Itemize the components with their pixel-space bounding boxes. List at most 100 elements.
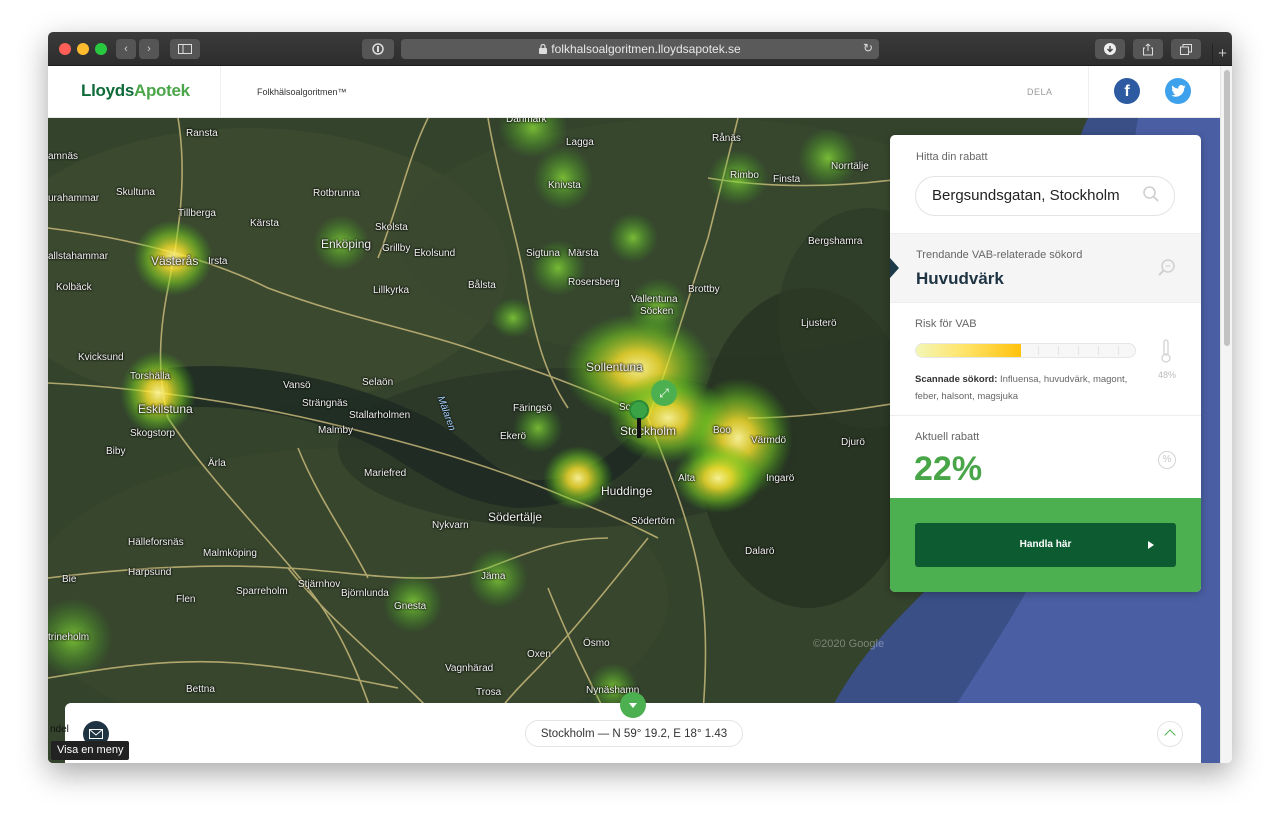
map-place-label: Ekolsund <box>414 248 456 259</box>
bar-tick <box>1078 346 1079 355</box>
new-tab-button[interactable]: + <box>1212 44 1232 66</box>
location-pin-icon[interactable] <box>629 400 649 420</box>
shop-button-label: Handla här <box>1019 539 1072 550</box>
facebook-icon: f <box>1124 83 1130 100</box>
app-name: Folkhälsoalgoritmen™ <box>257 87 347 97</box>
play-arrow-icon <box>1148 541 1154 549</box>
bar-tick <box>1038 346 1039 355</box>
map-place-label: Rimbo <box>730 170 759 181</box>
map-place-label: Vagnhärad <box>445 663 494 674</box>
map-place-label: Vallentuna <box>631 294 678 305</box>
cta-section: Handla här <box>890 498 1201 592</box>
scrollbar-thumb[interactable] <box>1224 70 1230 346</box>
close-window-button[interactable] <box>59 43 71 55</box>
lock-icon <box>539 44 548 54</box>
sidebar-toggle-button[interactable] <box>170 39 200 59</box>
site-header: LloydsApotek Folkhälsoalgoritmen™ DELA f <box>48 66 1220 118</box>
risk-percent: 48% <box>1158 370 1177 380</box>
tabs-icon <box>1180 43 1192 55</box>
map-place-label: Bålsta <box>468 280 496 291</box>
map-place-label: Rotbrunna <box>313 188 360 199</box>
vab-risk-section: Risk för VAB 48% Scannade sökord: Influe… <box>890 303 1201 416</box>
back-button[interactable]: ‹ <box>116 39 136 59</box>
map-place-label: Rosersberg <box>568 277 620 288</box>
map-place-label: Irsta <box>208 256 228 267</box>
share-label[interactable]: DELA <box>1027 87 1053 97</box>
map-place-label: Stallarholmen <box>349 410 411 421</box>
map-place-label: urahammar <box>48 193 100 204</box>
map-place-label: Lillkyrka <box>373 285 410 296</box>
map-place-label: Stjärnhov <box>298 579 341 590</box>
address-bar[interactable]: folkhalsoalgoritmen.lloydsapotek.se ↻ <box>401 39 879 59</box>
facebook-share-button[interactable]: f <box>1114 78 1140 104</box>
map-place-label: Ekerö <box>500 431 527 442</box>
minimize-window-button[interactable] <box>77 43 89 55</box>
browser-window: ‹ › folkhalsoalgoritmen.lloydsapotek.se … <box>48 32 1232 763</box>
address-search-input[interactable] <box>932 187 1132 204</box>
header-divider <box>1088 66 1089 118</box>
map-place-label: Norrtälje <box>831 161 869 172</box>
reload-icon[interactable]: ↻ <box>863 41 873 55</box>
map-place-label: Bie <box>62 574 77 585</box>
map-place-label: Mariefred <box>364 468 407 479</box>
map-place-label: Sollentuna <box>586 360 643 374</box>
zoom-window-button[interactable] <box>95 43 107 55</box>
map-place-label: Flen <box>176 594 196 605</box>
plus-icon: + <box>1218 45 1227 62</box>
collapse-map-button[interactable] <box>620 692 646 718</box>
map-place-label: Grillby <box>382 243 411 254</box>
expand-map-button[interactable]: ⤢ <box>651 380 677 406</box>
cut-off-text: ndel <box>50 724 69 735</box>
privacy-report-button[interactable] <box>362 39 394 59</box>
current-discount-section: Aktuell rabatt 22% % <box>890 416 1201 498</box>
forward-button[interactable]: › <box>139 39 159 59</box>
map-place-label: Ljusterö <box>801 318 837 329</box>
bar-tick <box>1098 346 1099 355</box>
shop-here-button[interactable]: Handla här <box>915 523 1176 567</box>
expand-bottom-button[interactable] <box>1157 721 1183 747</box>
map-place-label: allstahammar <box>48 251 109 262</box>
menu-tooltip: Visa en meny <box>51 741 130 760</box>
downloads-button[interactable] <box>1095 39 1125 59</box>
map-place-label: Sparreholm <box>236 586 288 597</box>
map-place-label: Boo <box>713 425 731 436</box>
twitter-icon <box>1170 84 1186 97</box>
map-place-label: Bergshamra <box>808 236 863 247</box>
map-place-label: Tillberga <box>178 208 216 219</box>
share-button[interactable] <box>1133 39 1163 59</box>
discount-label: Aktuell rabatt <box>915 431 980 443</box>
map-place-label: Södertälje <box>488 510 543 524</box>
discount-value: 22% <box>914 450 983 488</box>
page-scrollbar[interactable] <box>1220 66 1232 763</box>
map-place-label: Kolbäck <box>56 282 92 293</box>
bar-tick <box>1058 346 1059 355</box>
map-place-label: Färingsö <box>513 403 552 414</box>
trending-keyword-section: Trendande VAB-relaterade sökord Huvudvär… <box>890 233 1201 303</box>
discount-panel: Hitta din rabatt Trendande VAB-relaterad… <box>890 135 1201 592</box>
expand-arrows-icon: ⤢ <box>659 386 669 400</box>
share-icon <box>1143 42 1153 55</box>
download-icon <box>1104 43 1116 55</box>
risk-progress-fill <box>916 344 1022 357</box>
risk-progress-bar <box>915 343 1136 358</box>
browser-toolbar: ‹ › folkhalsoalgoritmen.lloydsapotek.se … <box>48 32 1232 66</box>
map-place-label: Skolsta <box>375 222 408 233</box>
search-icon[interactable] <box>1142 185 1160 203</box>
percent-icon: % <box>1158 451 1176 469</box>
location-pin-stem <box>637 418 641 438</box>
coordinates-display: Stockholm — N 59° 19.2, E 18° 1.43 <box>525 720 743 747</box>
twitter-share-button[interactable] <box>1165 78 1191 104</box>
map-place-label: Biby <box>106 446 126 457</box>
trend-value: Huvudvärk <box>916 269 1004 288</box>
map-place-label: Torshälla <box>130 371 171 382</box>
tabs-overview-button[interactable] <box>1171 39 1201 59</box>
map-place-label: Eskilstuna <box>138 402 193 416</box>
map-place-label: amnäs <box>48 151 79 162</box>
map-place-label: Sigtuna <box>526 248 560 259</box>
magnifier-icon <box>1158 259 1175 276</box>
map-place-label: Värmdö <box>751 435 787 446</box>
address-search-box[interactable] <box>915 176 1175 216</box>
map-place-label: Gnesta <box>394 601 427 612</box>
lloyds-apotek-logo[interactable]: LloydsApotek <box>81 81 190 101</box>
map-attribution: ©2020 Google <box>813 638 885 650</box>
